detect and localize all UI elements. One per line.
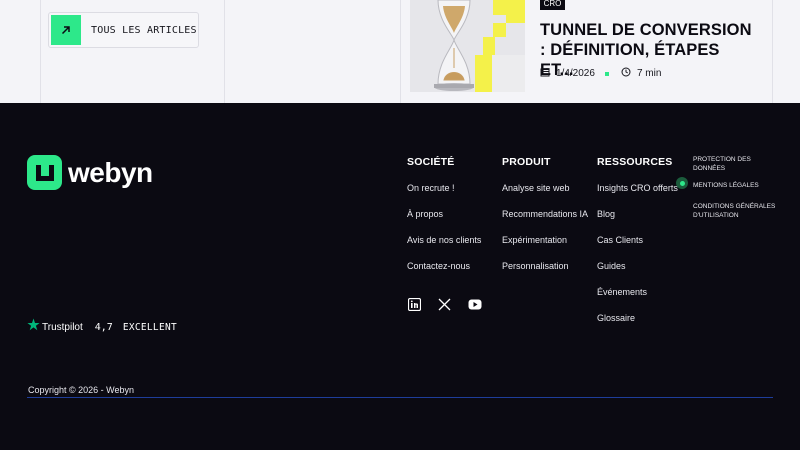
trustpilot-label: EXCELLENT (122, 321, 178, 333)
copyright-text: Copyright © 2026 - Webyn (28, 385, 135, 395)
footer-link-a-propos[interactable]: À propos (407, 208, 497, 221)
column-heading: PRODUIT (502, 156, 551, 168)
footer-link-recommendations[interactable]: Recommendations IA (502, 208, 592, 221)
grid-line (772, 0, 773, 103)
footer-column-societe: SOCIÉTÉ On recrute ! À propos Avis de no… (407, 156, 497, 286)
calendar-icon (540, 67, 550, 80)
trustpilot-rating: 4,7 (94, 321, 113, 333)
footer-legal-links: PROTECTION DES DONNÉES MENTIONS LÉGALES … (693, 155, 783, 220)
article-thumbnail[interactable] (410, 0, 525, 92)
trustpilot-star-icon (27, 318, 40, 336)
article-tag: CRO (540, 0, 565, 10)
all-articles-label: TOUS LES ARTICLES (91, 24, 197, 36)
footer-link-analyse[interactable]: Analyse site web (502, 182, 592, 195)
article-meta: 1/4/2026 7 min (540, 67, 661, 80)
linkedin-icon[interactable] (408, 298, 421, 311)
footer-link-evenements[interactable]: Événements (597, 286, 687, 299)
column-heading: SOCIÉTÉ (407, 156, 455, 168)
grid-line (400, 0, 401, 103)
footer-link-personnalisation[interactable]: Personnalisation (502, 260, 592, 273)
article-date: 1/4/2026 (556, 68, 595, 79)
footer-column-ressources: RESSOURCES Insights CRO offerts Blog Cas… (597, 156, 687, 338)
footer-link-blog[interactable]: Blog (597, 208, 687, 221)
column-heading: RESSOURCES (597, 156, 673, 168)
grid-line (40, 0, 41, 103)
legal-link-protection[interactable]: PROTECTION DES DONNÉES (693, 155, 783, 173)
footer-link-cas-clients[interactable]: Cas Clients (597, 234, 687, 247)
webyn-logo-mark-icon (27, 155, 62, 190)
grid-line (224, 0, 225, 103)
trustpilot-badge[interactable]: Trustpilot 4,7 EXCELLENT (27, 318, 177, 336)
separator-dot (604, 71, 609, 76)
footer-link-contact[interactable]: Contactez-nous (407, 260, 497, 273)
trustpilot-brand: Trustpilot (42, 321, 83, 333)
status-indicator-icon (676, 177, 688, 189)
logo-text: webyn (68, 156, 153, 188)
arrow-up-right-icon (51, 15, 81, 45)
legal-link-mentions[interactable]: MENTIONS LÉGALES (693, 181, 783, 190)
social-links (408, 298, 482, 311)
footer-link-glossaire[interactable]: Glossaire (597, 312, 687, 325)
footer-link-recrute[interactable]: On recrute ! (407, 182, 497, 195)
footer-link-guides[interactable]: Guides (597, 260, 687, 273)
all-articles-button[interactable]: TOUS LES ARTICLES (48, 12, 199, 48)
youtube-icon[interactable] (468, 299, 482, 310)
footer-column-produit: PRODUIT Analyse site web Recommendations… (502, 156, 592, 286)
blog-section: TOUS LES ARTICLES CRO TUNNEL DE CONVERSI… (0, 0, 800, 103)
x-icon[interactable] (438, 298, 451, 311)
clock-icon (621, 67, 631, 80)
footer-link-insights[interactable]: Insights CRO offerts (597, 182, 687, 195)
webyn-logo[interactable]: webyn (27, 155, 153, 190)
footer-link-avis[interactable]: Avis de nos clients (407, 234, 497, 247)
footer-divider (27, 397, 773, 398)
article-read-time: 7 min (636, 68, 662, 79)
footer-link-experimentation[interactable]: Expérimentation (502, 234, 592, 247)
legal-link-cgu[interactable]: CONDITIONS GÉNÉRALES D'UTILISATION (693, 202, 783, 220)
